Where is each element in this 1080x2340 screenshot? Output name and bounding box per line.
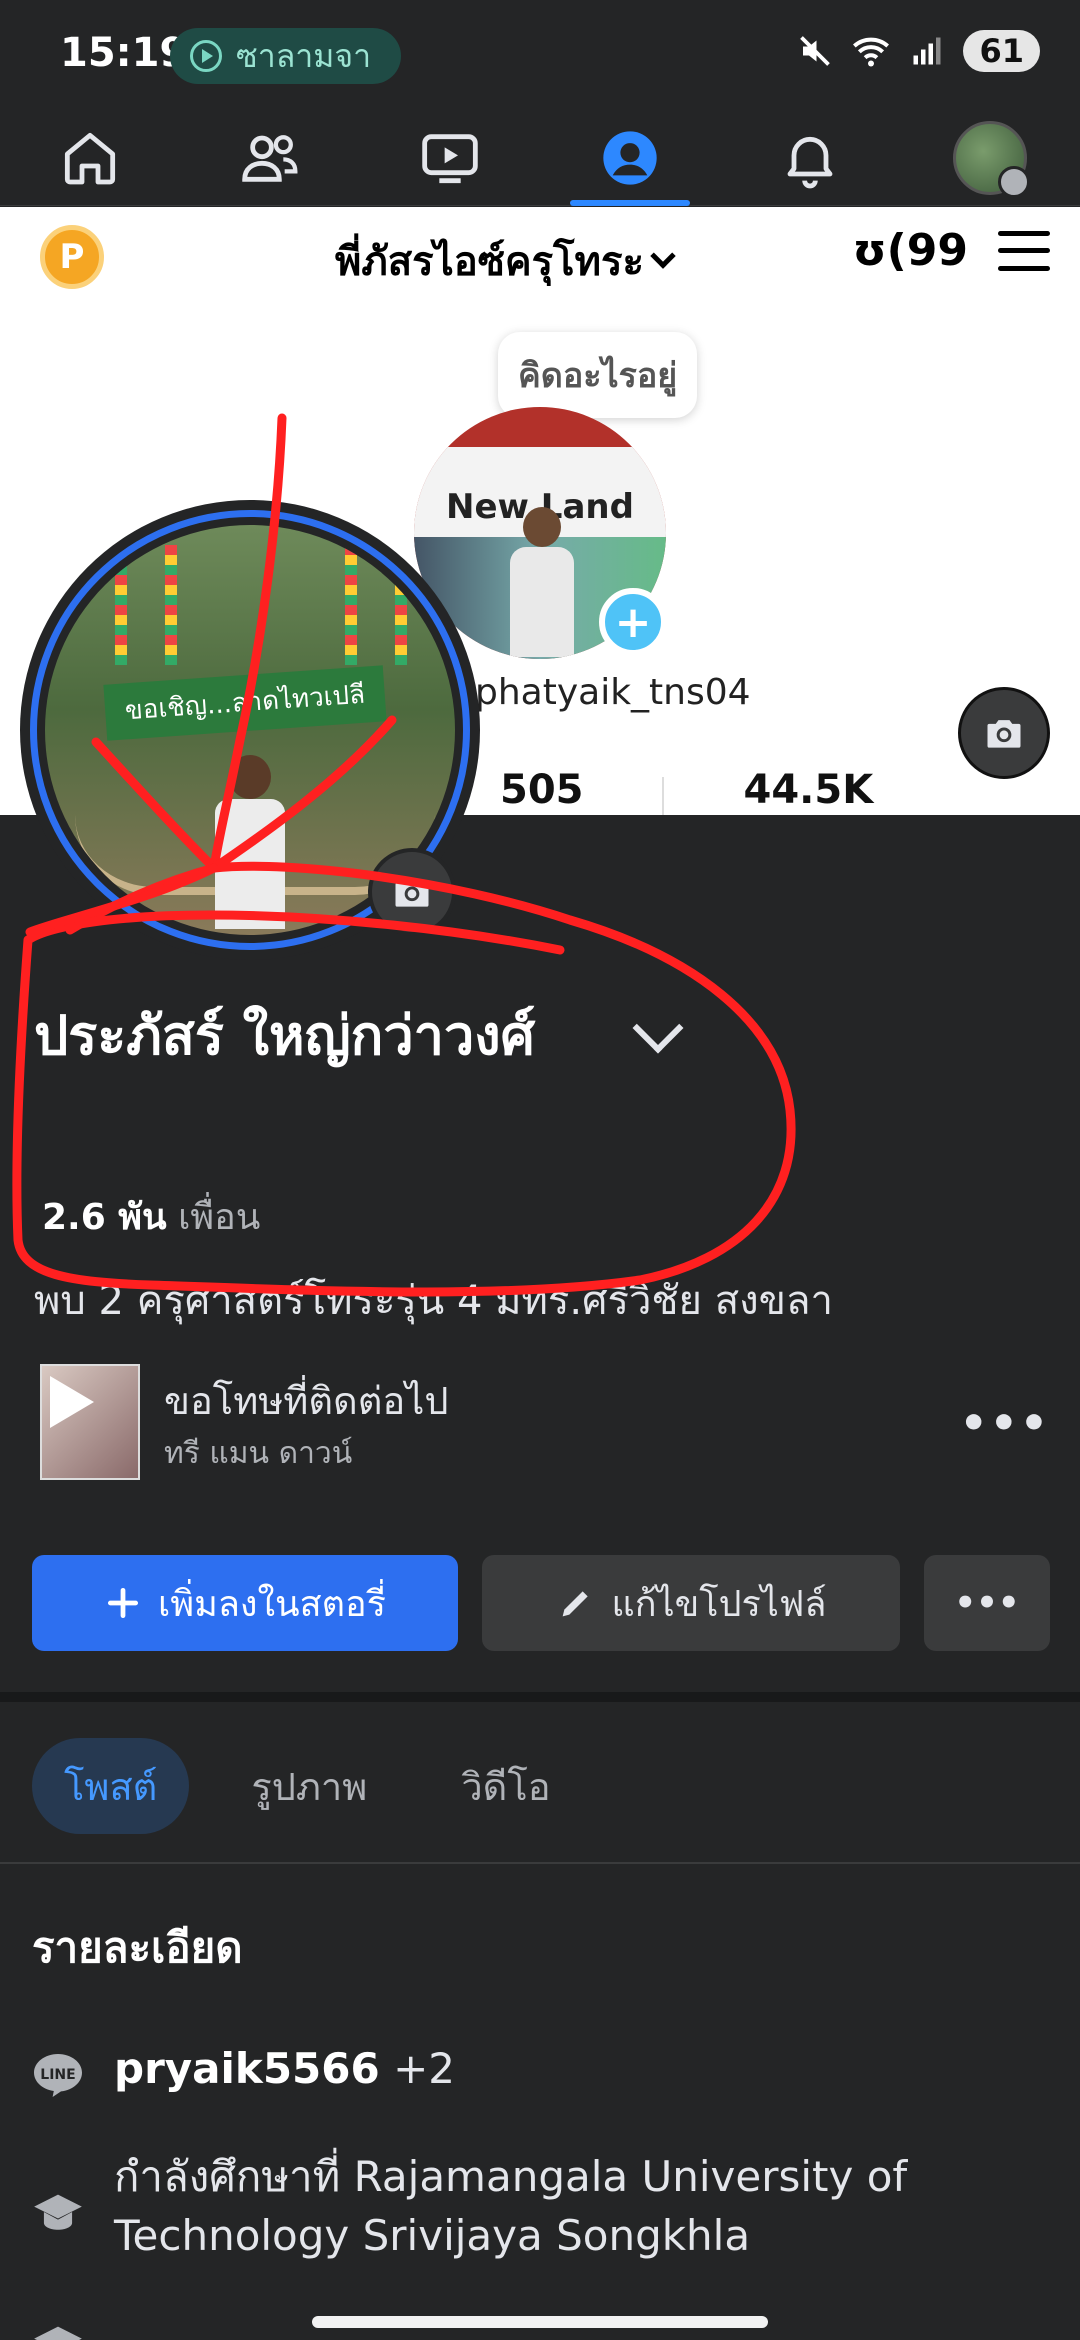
add-to-story-label: เพิ่มลงในสตอรี่ xyxy=(158,1583,386,1625)
nav-menu-avatar[interactable] xyxy=(930,110,1050,206)
media-pill-text: ซาลามจา xyxy=(236,36,372,75)
detail-line-id[interactable]: LINE pryaik5566 +2 xyxy=(32,2040,1042,2099)
cover-account-name: พี่ภัสรไอซ์ครุโทระ xyxy=(335,239,644,285)
cover-stats: 505 44.5K xyxy=(500,767,873,813)
video-icon xyxy=(422,133,478,183)
chevron-down-icon[interactable] xyxy=(632,1002,684,1054)
line-id: pryaik5566 xyxy=(114,2044,380,2093)
friends-number: 2.6 พัน xyxy=(42,1197,167,1238)
home-indicator xyxy=(312,2316,768,2328)
media-playing-pill[interactable]: ซาลามจา xyxy=(170,28,402,84)
add-to-story-button[interactable]: เพิ่มลงในสตอรี่ xyxy=(32,1555,458,1651)
battery-indicator: 61 xyxy=(963,30,1040,72)
signal-icon xyxy=(913,37,941,65)
top-navigation xyxy=(0,110,1080,206)
status-icons: 61 xyxy=(797,30,1040,72)
detail-education: กำลังศึกษาที่ Rajamangala University of … xyxy=(32,2148,1042,2266)
pencil-icon xyxy=(562,1591,588,1617)
hamburger-icon xyxy=(998,230,1050,271)
camera-icon xyxy=(987,720,1021,748)
thought-bubble: คิดอะไรอยู่ xyxy=(498,332,698,418)
edit-cover-camera-button[interactable] xyxy=(958,687,1050,779)
edit-profile-picture-button[interactable] xyxy=(368,848,456,936)
cover-account-title: พี่ภัสรไอซ์ครุโทระ xyxy=(335,229,676,293)
edit-profile-button[interactable]: แก้ไขโปรไฟล์ xyxy=(482,1555,900,1651)
bell-icon xyxy=(787,136,833,188)
cover-username: phatyaik_tns04 xyxy=(475,672,751,713)
play-circle-icon xyxy=(190,40,222,72)
profile-bio: พบ 2 ครุศาสตร์โทระรุ่น 4 มทร.ศรีวิชัย สง… xyxy=(34,1278,833,1324)
cover-stat-2: 44.5K xyxy=(743,767,874,813)
profile-tabs: โพสต์ รูปภาพ วิดีโอ xyxy=(32,1738,583,1834)
line-extra: +2 xyxy=(393,2044,456,2093)
friends-count[interactable]: 2.6 พัน เพื่อน xyxy=(42,1188,260,1245)
music-artist: ทรี แมน ดาวน์ xyxy=(164,1436,353,1471)
nav-friends[interactable] xyxy=(210,110,330,206)
svg-text:LINE: LINE xyxy=(40,2067,75,2083)
education-text: กำลังศึกษาที่ Rajamangala University of … xyxy=(114,2152,908,2260)
cover-top-right: ʊ(99 xyxy=(853,225,1050,276)
cover-stat-1: 505 xyxy=(500,767,584,813)
nav-home[interactable] xyxy=(30,110,150,206)
profile-name-block: ประภัสร์ ใหญ่กว่าวงศ์ xyxy=(34,1000,634,1073)
friends-icon xyxy=(242,134,298,182)
tabs-divider xyxy=(0,1862,1080,1864)
mute-icon xyxy=(800,36,831,66)
nav-profile[interactable] xyxy=(570,110,690,206)
play-icon xyxy=(50,1376,94,1428)
brand-logo: ʊ(99 xyxy=(852,225,968,276)
music-thumbnail xyxy=(40,1364,140,1480)
more-actions-button[interactable]: ••• xyxy=(924,1555,1050,1651)
nav-notifications[interactable] xyxy=(750,110,870,206)
nav-video[interactable] xyxy=(390,110,510,206)
profile-music[interactable]: ขอโทษที่ติดต่อไป ทรี แมน ดาวน์ ••• xyxy=(40,1362,1050,1482)
friends-label: เพื่อน xyxy=(178,1197,261,1238)
plus-icon xyxy=(108,1587,139,1619)
plus-icon: + xyxy=(599,588,667,656)
profile-name: ประภัสร์ ใหญ่กว่าวงศ์ xyxy=(34,1004,535,1067)
graduation-cap-icon xyxy=(34,2194,82,2230)
avatar xyxy=(953,120,1030,198)
graduation-cap-icon xyxy=(34,2326,82,2340)
wifi-icon xyxy=(853,37,890,67)
coin-icon: P xyxy=(40,225,104,289)
music-title: ขอโทษที่ติดต่อไป xyxy=(164,1379,449,1423)
line-app-icon: LINE xyxy=(34,2054,82,2097)
details-heading: รายละเอียด xyxy=(32,1923,243,1972)
tab-photos[interactable]: รูปภาพ xyxy=(219,1738,399,1834)
status-bar: 15:19 ซาลามจา 61 xyxy=(0,0,1080,110)
chevron-down-icon xyxy=(650,243,676,269)
menu-badge-icon xyxy=(998,165,1030,198)
photo-banner-text: ขอเชิญ...ลาดไทวเปลี xyxy=(103,665,387,741)
profile-icon xyxy=(603,130,657,185)
tab-posts[interactable]: โพสต์ xyxy=(32,1738,190,1834)
edit-profile-label: แก้ไขโปรไฟล์ xyxy=(611,1583,827,1625)
music-more-button[interactable]: ••• xyxy=(960,1398,1050,1449)
status-time: 15:19 xyxy=(60,30,188,76)
section-separator xyxy=(0,1692,1080,1702)
tab-videos[interactable]: วิดีโอ xyxy=(429,1738,582,1834)
camera-icon xyxy=(395,879,429,907)
home-icon xyxy=(64,132,116,184)
